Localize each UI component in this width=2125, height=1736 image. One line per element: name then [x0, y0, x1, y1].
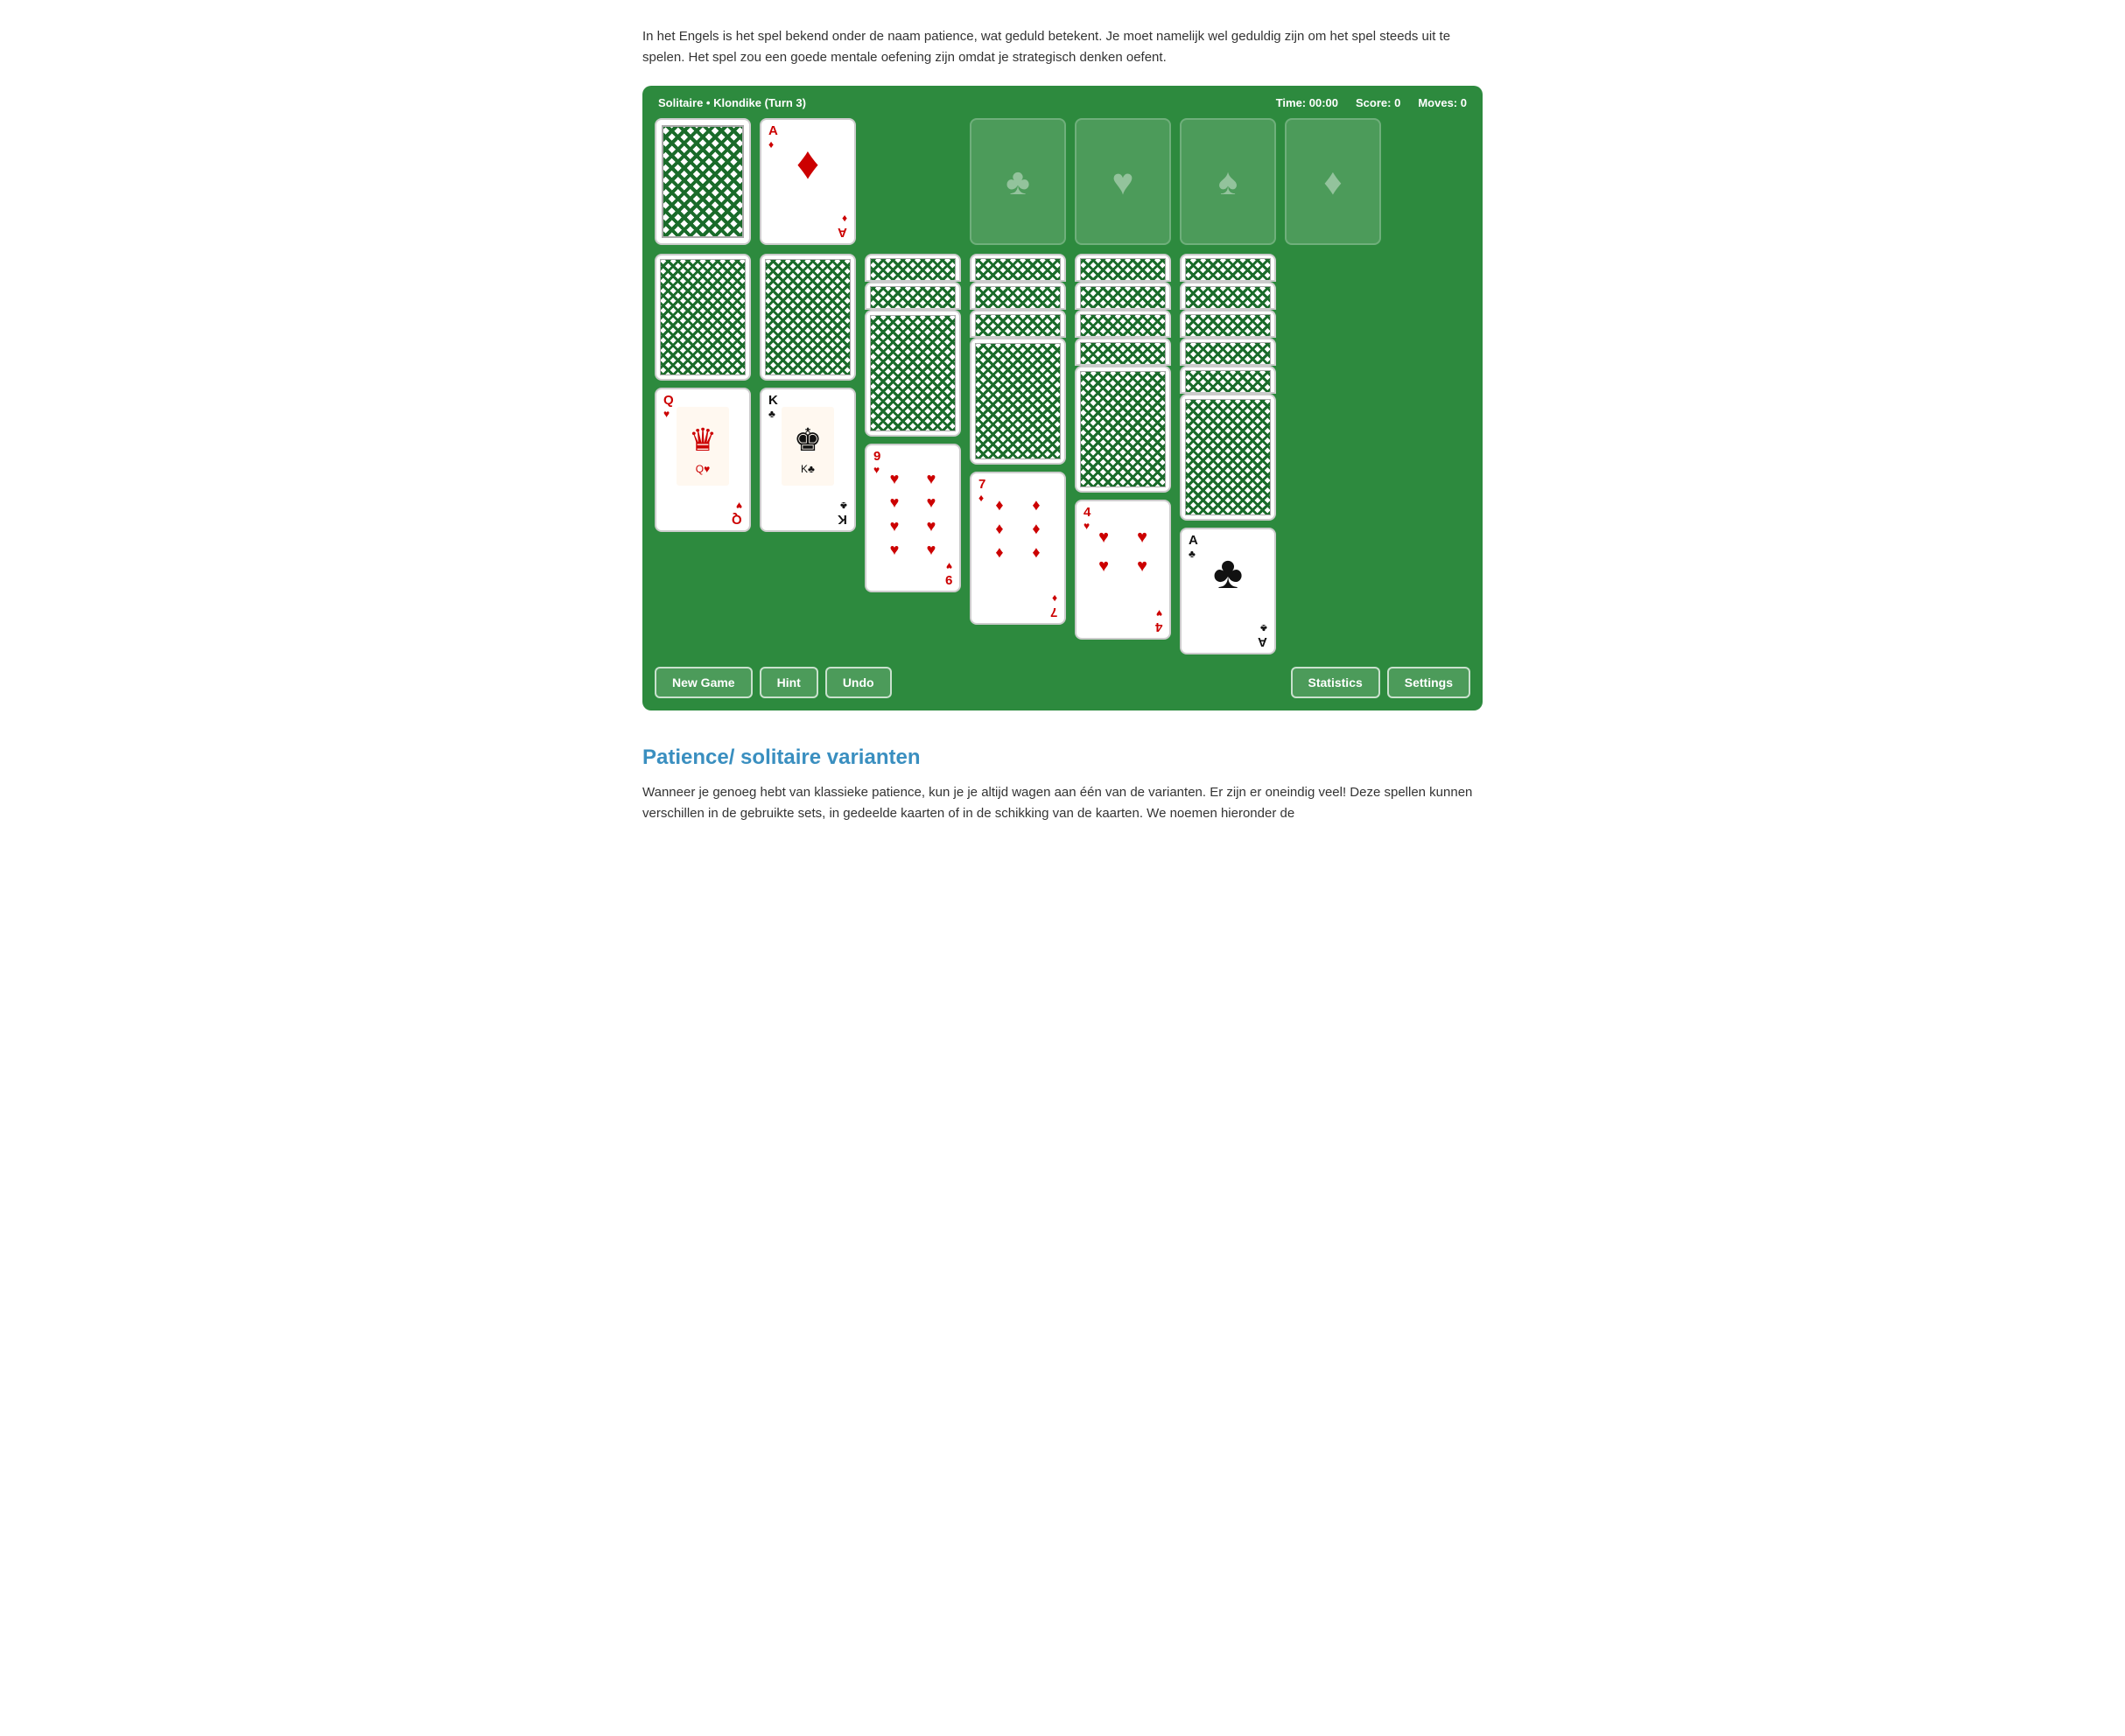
- queen-face-svg: ♛ Q♥: [672, 402, 733, 490]
- seven-diamonds-card[interactable]: 7 ♦ ♦ ♦ ♦ ♦ ♦ ♦ 7 ♦: [970, 472, 1066, 625]
- bottom-row: Q ♥ ♛ Q♥ Q ♥: [655, 254, 1470, 654]
- right-buttons: Statistics Settings: [1291, 667, 1470, 698]
- outro-text: Wanneer je genoeg hebt van klassieke pat…: [642, 782, 1483, 824]
- col3-fd3[interactable]: [865, 310, 961, 437]
- svg-text:♚: ♚: [794, 422, 822, 458]
- statistics-button[interactable]: Statistics: [1291, 667, 1380, 698]
- undo-button[interactable]: Undo: [825, 667, 892, 698]
- col6-stack: [1180, 254, 1276, 521]
- col4-fd2[interactable]: [970, 282, 1066, 310]
- ace-clubs-card[interactable]: A ♣ ♣ A ♣: [1180, 528, 1276, 654]
- col3-fd2[interactable]: [865, 282, 961, 310]
- tableau-col-3: 9 ♥ ♥ ♥ ♥ ♥ ♥ ♥ ♥ ♥ 9 ♥: [865, 254, 961, 592]
- col5-stack: [1075, 254, 1171, 493]
- top-row: A ♦ ♦ A ♦ ♣ ♥ ♠ ♦: [655, 118, 1470, 245]
- moves-display: Moves: 0: [1418, 96, 1467, 109]
- card-rank: A: [768, 124, 778, 137]
- tableau-col-4: 7 ♦ ♦ ♦ ♦ ♦ ♦ ♦ 7 ♦: [970, 254, 1066, 625]
- svg-text:K♣: K♣: [801, 463, 815, 475]
- card-suit-small: ♦: [768, 139, 774, 150]
- col4-fd3[interactable]: [970, 310, 1066, 338]
- card-rank-bottom: A: [838, 226, 847, 239]
- card-suit-bottom: ♦: [842, 214, 847, 224]
- tableau-col-5: 4 ♥ ♥ ♥ ♥ ♥ 4 ♥: [1075, 254, 1171, 640]
- col2-stack: [760, 254, 856, 381]
- score-display: Score: 0: [1356, 96, 1400, 109]
- col2-facedown[interactable]: [760, 254, 856, 381]
- game-stats: Time: 00:00 Score: 0 Moves: 0: [1276, 96, 1467, 109]
- spacer: [865, 118, 961, 245]
- col1-stack: [655, 254, 751, 381]
- time-display: Time: 00:00: [1276, 96, 1338, 109]
- game-buttons: New Game Hint Undo Statistics Settings: [655, 667, 1470, 698]
- stock-pile[interactable]: [655, 118, 751, 245]
- hint-button[interactable]: Hint: [760, 667, 818, 698]
- col3-stack: [865, 254, 961, 437]
- left-buttons: New Game Hint Undo: [655, 667, 892, 698]
- game-area: A ♦ ♦ A ♦ ♣ ♥ ♠ ♦: [655, 118, 1470, 654]
- four-hearts-card[interactable]: 4 ♥ ♥ ♥ ♥ ♥ 4 ♥: [1075, 500, 1171, 640]
- game-container: Solitaire • Klondike (Turn 3) Time: 00:0…: [642, 86, 1483, 710]
- foundation-diamonds[interactable]: ♦: [1285, 118, 1381, 245]
- svg-text:♛: ♛: [689, 422, 717, 458]
- foundation-spades[interactable]: ♠: [1180, 118, 1276, 245]
- foundation-hearts[interactable]: ♥: [1075, 118, 1171, 245]
- king-face-svg: ♚ K♣: [777, 402, 838, 490]
- game-header: Solitaire • Klondike (Turn 3) Time: 00:0…: [655, 96, 1470, 109]
- queen-hearts-card[interactable]: Q ♥ ♛ Q♥ Q ♥: [655, 388, 751, 532]
- settings-button[interactable]: Settings: [1387, 667, 1470, 698]
- intro-text: In het Engels is het spel bekend onder d…: [642, 26, 1483, 68]
- game-title: Solitaire • Klondike (Turn 3): [658, 96, 806, 109]
- tableau-col-1: Q ♥ ♛ Q♥ Q ♥: [655, 254, 751, 532]
- section-title: Patience/ solitaire varianten: [642, 746, 1483, 770]
- col4-fd4[interactable]: [970, 338, 1066, 465]
- col4-stack: [970, 254, 1066, 465]
- svg-text:Q♥: Q♥: [696, 463, 710, 475]
- col4-fd1[interactable]: [970, 254, 1066, 282]
- col1-facedown[interactable]: [655, 254, 751, 381]
- tableau-col-6: A ♣ ♣ A ♣: [1180, 254, 1276, 654]
- waste-pile-card[interactable]: A ♦ ♦ A ♦: [760, 118, 856, 245]
- king-clubs-card[interactable]: K ♣ ♚ K♣ K ♣: [760, 388, 856, 532]
- new-game-button[interactable]: New Game: [655, 667, 753, 698]
- tableau-col-2: K ♣ ♚ K♣ K ♣: [760, 254, 856, 532]
- col3-fd1[interactable]: [865, 254, 961, 282]
- nine-hearts-card[interactable]: 9 ♥ ♥ ♥ ♥ ♥ ♥ ♥ ♥ ♥ 9 ♥: [865, 444, 961, 592]
- foundation-clubs[interactable]: ♣: [970, 118, 1066, 245]
